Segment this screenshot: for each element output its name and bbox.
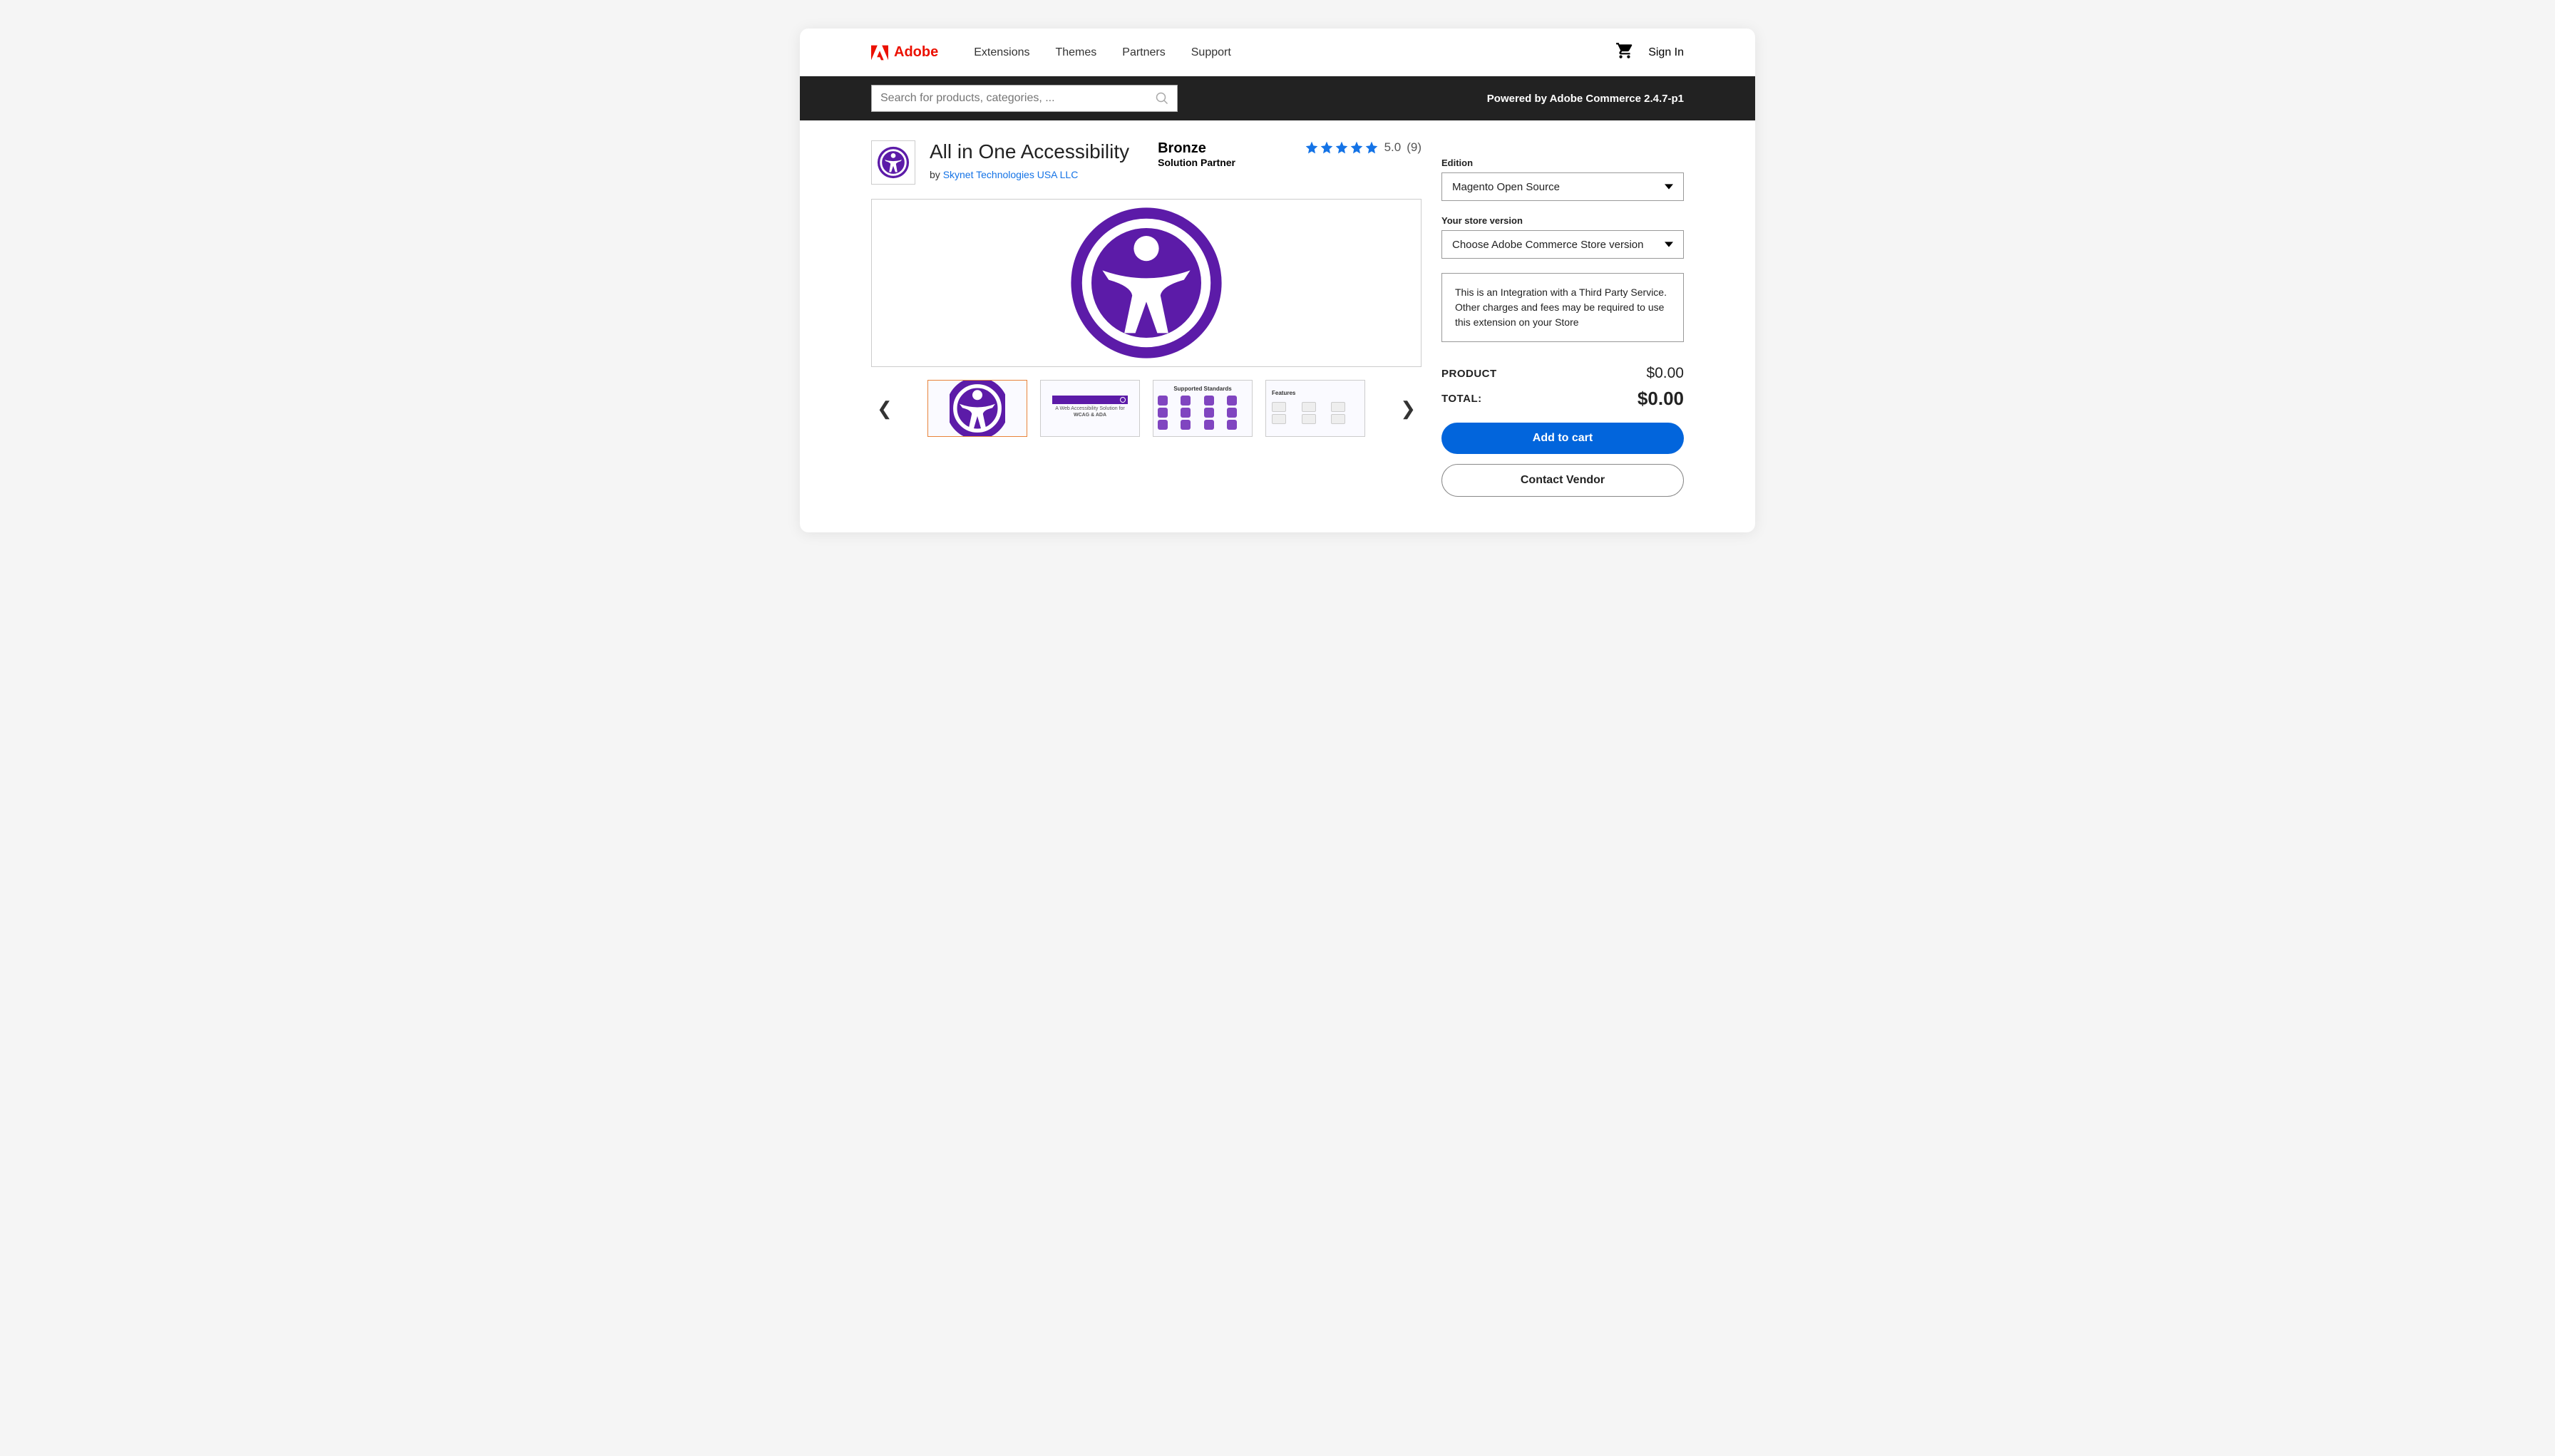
edition-label: Edition <box>1441 158 1684 168</box>
star-icons <box>1305 140 1379 155</box>
sign-in-link[interactable]: Sign In <box>1648 46 1684 59</box>
nav-partners[interactable]: Partners <box>1122 46 1165 59</box>
thumbnail-3[interactable]: Supported Standards <box>1153 380 1253 437</box>
nav-support[interactable]: Support <box>1191 46 1231 59</box>
gallery-next-arrow[interactable]: ❯ <box>1394 392 1422 425</box>
product-price-value: $0.00 <box>1646 365 1684 382</box>
version-select[interactable]: Choose Adobe Commerce Store version <box>1441 230 1684 259</box>
gallery-prev-arrow[interactable]: ❮ <box>871 392 898 425</box>
product-title: All in One Accessibility <box>930 140 1129 163</box>
brand-text: Adobe <box>894 44 938 61</box>
partner-badge: Bronze Solution Partner <box>1158 140 1235 168</box>
accessibility-icon <box>1068 205 1225 361</box>
chevron-down-icon <box>1665 240 1673 249</box>
partner-tier: Bronze <box>1158 140 1235 157</box>
version-label: Your store version <box>1441 215 1684 226</box>
product-price-row: PRODUCT $0.00 <box>1441 365 1684 382</box>
powered-by-text: Powered by Adobe Commerce 2.4.7-p1 <box>1487 93 1684 105</box>
version-value: Choose Adobe Commerce Store version <box>1452 239 1643 251</box>
nav-themes[interactable]: Themes <box>1055 46 1096 59</box>
cart-icon[interactable] <box>1615 41 1634 63</box>
total-label: TOTAL: <box>1441 393 1482 405</box>
integration-notice: This is an Integration with a Third Part… <box>1441 273 1684 342</box>
search-box[interactable] <box>871 85 1178 112</box>
product-price-label: PRODUCT <box>1441 368 1497 380</box>
edition-value: Magento Open Source <box>1452 181 1560 193</box>
contact-vendor-button[interactable]: Contact Vendor <box>1441 464 1684 497</box>
edition-select[interactable]: Magento Open Source <box>1441 172 1684 201</box>
search-bar-section: Powered by Adobe Commerce 2.4.7-p1 <box>800 76 1755 120</box>
thumbnail-4[interactable]: Features <box>1265 380 1365 437</box>
product-icon <box>871 140 915 185</box>
total-value: $0.00 <box>1638 388 1684 410</box>
search-input[interactable] <box>880 92 1156 105</box>
nav-extensions[interactable]: Extensions <box>974 46 1029 59</box>
adobe-logo[interactable]: Adobe <box>871 44 938 61</box>
product-byline: by Skynet Technologies USA LLC <box>930 169 1129 180</box>
top-navigation: Adobe Extensions Themes Partners Support… <box>800 29 1755 76</box>
partner-sub: Solution Partner <box>1158 157 1235 168</box>
rating-value: 5.0 <box>1384 140 1402 155</box>
vendor-link[interactable]: Skynet Technologies USA LLC <box>943 169 1079 180</box>
search-icon <box>1156 92 1168 105</box>
gallery-main-image[interactable] <box>871 199 1422 367</box>
chevron-down-icon <box>1665 182 1673 191</box>
thumbnail-1[interactable] <box>927 380 1027 437</box>
rating-count: (9) <box>1407 140 1422 155</box>
adobe-logo-icon <box>871 45 888 61</box>
total-price-row: TOTAL: $0.00 <box>1441 388 1684 410</box>
thumbnail-2[interactable]: A Web Accessibility Solution for WCAG & … <box>1040 380 1140 437</box>
add-to-cart-button[interactable]: Add to cart <box>1441 423 1684 454</box>
main-nav: Extensions Themes Partners Support <box>974 46 1231 59</box>
rating[interactable]: 5.0 (9) <box>1305 140 1422 155</box>
